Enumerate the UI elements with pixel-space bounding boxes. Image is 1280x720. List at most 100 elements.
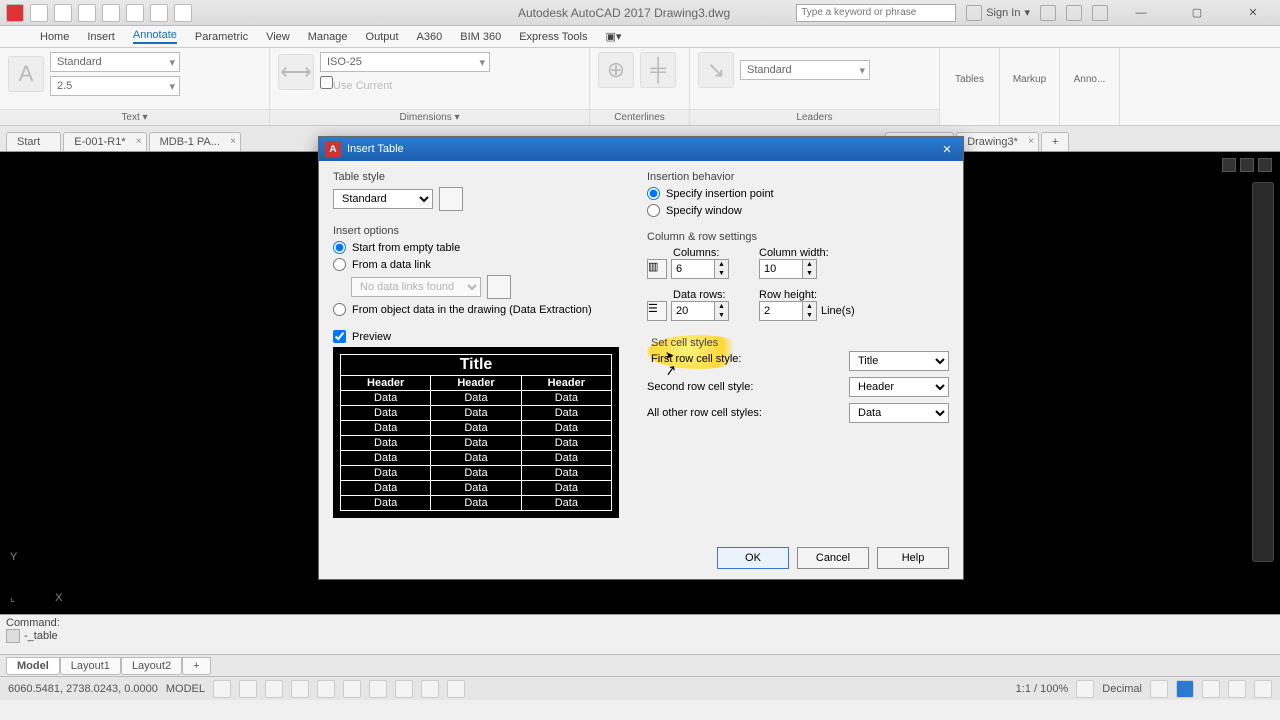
start-empty-radio[interactable] bbox=[333, 241, 346, 254]
gear-icon[interactable] bbox=[1076, 680, 1094, 698]
centerline-icon[interactable]: ╪ bbox=[640, 52, 676, 88]
specify-window-radio[interactable] bbox=[647, 204, 660, 217]
panel-tables[interactable]: Tables bbox=[940, 48, 1000, 125]
qat-plot[interactable] bbox=[174, 4, 192, 22]
dialog-titlebar[interactable]: A Insert Table ✕ bbox=[319, 137, 963, 161]
help-search-input[interactable] bbox=[796, 4, 956, 22]
tab-annotate[interactable]: Annotate bbox=[133, 29, 177, 44]
layout-add[interactable]: + bbox=[182, 657, 210, 675]
panel-text-label[interactable]: Text ▾ bbox=[0, 109, 269, 125]
tab-home[interactable]: Home bbox=[40, 31, 69, 43]
snap-toggle[interactable] bbox=[239, 680, 257, 698]
qat-undo[interactable] bbox=[126, 4, 144, 22]
close-icon[interactable]: × bbox=[136, 136, 142, 147]
viewport-max-icon[interactable] bbox=[1240, 158, 1254, 172]
doctab-start[interactable]: Start bbox=[6, 132, 61, 151]
osnap-toggle[interactable] bbox=[317, 680, 335, 698]
multileader-icon[interactable]: ↘ bbox=[698, 52, 734, 88]
app-menu-button[interactable] bbox=[6, 4, 24, 22]
ok-button[interactable]: OK bbox=[717, 547, 789, 569]
minimize-button[interactable]: — bbox=[1118, 0, 1164, 26]
dim-style-combo[interactable]: ISO-25 bbox=[320, 52, 490, 72]
tab-manage[interactable]: Manage bbox=[308, 31, 348, 43]
status-units[interactable]: Decimal bbox=[1102, 683, 1142, 695]
close-button[interactable]: ✕ bbox=[1230, 0, 1276, 26]
data-rows-spinner[interactable]: ▲▼ bbox=[715, 301, 729, 321]
row-height-spinner[interactable]: ▲▼ bbox=[803, 301, 817, 321]
cancel-button[interactable]: Cancel bbox=[797, 547, 869, 569]
data-rows-input[interactable] bbox=[671, 301, 715, 321]
transparency-toggle[interactable] bbox=[395, 680, 413, 698]
row-height-input[interactable] bbox=[759, 301, 803, 321]
status-btn-b[interactable] bbox=[1176, 680, 1194, 698]
close-icon[interactable]: × bbox=[230, 136, 236, 147]
doctab-e001[interactable]: E-001-R1*× bbox=[63, 132, 146, 151]
navigation-bar[interactable] bbox=[1252, 182, 1274, 562]
table-style-select[interactable]: Standard bbox=[333, 189, 433, 209]
status-btn-a[interactable] bbox=[1150, 680, 1168, 698]
dimension-icon[interactable]: ⟷ bbox=[278, 54, 314, 90]
text-style-combo[interactable]: Standard bbox=[50, 52, 180, 72]
qat-new[interactable] bbox=[30, 4, 48, 22]
sign-in[interactable]: Sign In ▾ bbox=[966, 5, 1030, 21]
exchange-icon[interactable] bbox=[1040, 5, 1056, 21]
multiline-text-icon[interactable]: A bbox=[8, 56, 44, 92]
qat-saveas[interactable] bbox=[102, 4, 120, 22]
maximize-button[interactable]: ▢ bbox=[1174, 0, 1220, 26]
center-mark-icon[interactable]: ⊕ bbox=[598, 52, 634, 88]
from-datalink-radio[interactable] bbox=[333, 258, 346, 271]
help-button[interactable]: Help bbox=[877, 547, 949, 569]
polar-toggle[interactable] bbox=[291, 680, 309, 698]
otrack-toggle[interactable] bbox=[343, 680, 361, 698]
new-tab-button[interactable]: + bbox=[1041, 132, 1069, 151]
leader-style-combo[interactable]: Standard bbox=[740, 60, 870, 80]
tab-view[interactable]: View bbox=[266, 31, 290, 43]
second-row-select[interactable]: Header bbox=[849, 377, 949, 397]
tab-parametric[interactable]: Parametric bbox=[195, 31, 248, 43]
other-rows-select[interactable]: Data bbox=[849, 403, 949, 423]
first-row-select[interactable]: Title bbox=[849, 351, 949, 371]
from-extraction-radio[interactable] bbox=[333, 303, 346, 316]
tab-express[interactable]: Express Tools bbox=[519, 31, 587, 43]
use-current-checkbox[interactable] bbox=[320, 76, 333, 89]
lweight-toggle[interactable] bbox=[369, 680, 387, 698]
tab-a360[interactable]: A360 bbox=[417, 31, 443, 43]
col-width-input[interactable] bbox=[759, 259, 803, 279]
panel-anno[interactable]: Anno... bbox=[1060, 48, 1120, 125]
panel-markup[interactable]: Markup bbox=[1000, 48, 1060, 125]
panel-dim-label[interactable]: Dimensions ▾ bbox=[270, 109, 589, 125]
qat-save[interactable] bbox=[78, 4, 96, 22]
columns-input[interactable] bbox=[671, 259, 715, 279]
ortho-toggle[interactable] bbox=[265, 680, 283, 698]
close-icon[interactable]: × bbox=[1028, 136, 1034, 147]
tab-output[interactable]: Output bbox=[366, 31, 399, 43]
viewport-min-icon[interactable] bbox=[1222, 158, 1236, 172]
doctab-drawing3[interactable]: Drawing3*× bbox=[956, 132, 1039, 151]
preview-checkbox[interactable] bbox=[333, 330, 346, 343]
qat-open[interactable] bbox=[54, 4, 72, 22]
dialog-close-button[interactable]: ✕ bbox=[937, 143, 957, 156]
grid-toggle[interactable] bbox=[213, 680, 231, 698]
datalink-manager-button[interactable] bbox=[487, 275, 511, 299]
tab-overflow-icon[interactable]: ▣▾ bbox=[606, 30, 622, 43]
viewport-close-icon[interactable] bbox=[1258, 158, 1272, 172]
col-width-spinner[interactable]: ▲▼ bbox=[803, 259, 817, 279]
clean-screen-icon[interactable] bbox=[1254, 680, 1272, 698]
a360-icon[interactable] bbox=[1066, 5, 1082, 21]
panel-leaders-label[interactable]: Leaders bbox=[690, 109, 939, 125]
tab-insert[interactable]: Insert bbox=[87, 31, 115, 43]
status-scale[interactable]: 1:1 / 100% bbox=[1016, 683, 1069, 695]
layout-1[interactable]: Layout1 bbox=[60, 657, 121, 675]
help-icon[interactable] bbox=[1092, 5, 1108, 21]
table-style-launcher-button[interactable] bbox=[439, 187, 463, 211]
specify-point-radio[interactable] bbox=[647, 187, 660, 200]
tab-bim360[interactable]: BIM 360 bbox=[460, 31, 501, 43]
workspace-icon[interactable] bbox=[1228, 680, 1246, 698]
status-space[interactable]: MODEL bbox=[166, 683, 205, 695]
layout-model[interactable]: Model bbox=[6, 657, 60, 675]
text-height-combo[interactable]: 2.5 bbox=[50, 76, 180, 96]
columns-spinner[interactable]: ▲▼ bbox=[715, 259, 729, 279]
status-btn-c[interactable] bbox=[1202, 680, 1220, 698]
command-line[interactable]: Command: -_table bbox=[0, 614, 1280, 654]
qat-redo[interactable] bbox=[150, 4, 168, 22]
